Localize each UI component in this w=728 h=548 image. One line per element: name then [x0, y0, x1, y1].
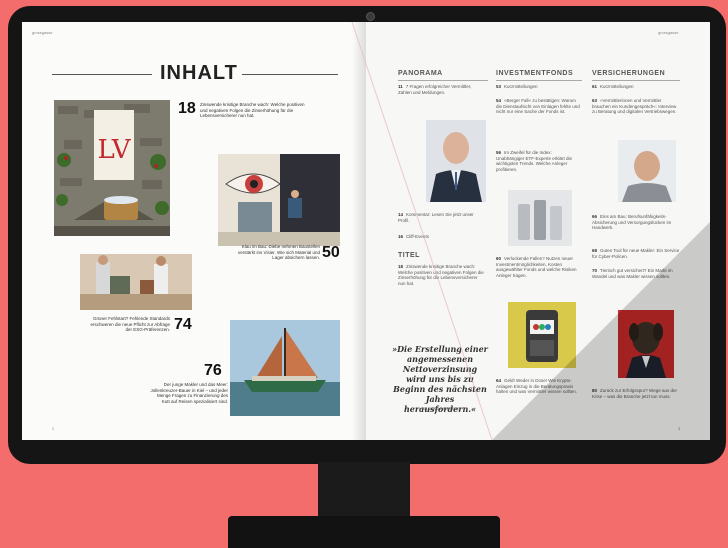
monitor-screen: grossgasse INHALT LV 18 Zinswende krisit…: [22, 22, 710, 440]
page-number-right: 3: [678, 426, 681, 431]
castle-gate-photo: LV: [54, 100, 170, 236]
list-item: 80 Zurück zur Erfolgsspur? Wege aus der K…: [592, 388, 677, 399]
list-item: 18 Zinswende krisitige Branche wach: Welc…: [398, 264, 484, 286]
travel-people-photo: [80, 254, 192, 310]
magazine-page-left: grossgasse INHALT LV 18 Zinswende krisit…: [22, 22, 366, 440]
webcam-icon: [366, 12, 375, 21]
list-item: 64 Geld! Weder in Dose! Wie Krypto-Anlage…: [496, 378, 578, 394]
entry-number-18: 18: [178, 100, 196, 117]
product-bottles-photo: [508, 190, 572, 246]
list-item: 54 »Berger Fall« zu bestätigen: Warum die…: [496, 98, 580, 114]
entry-number-74: 74: [174, 316, 192, 333]
executive-portrait-photo: [426, 120, 486, 202]
list-item: 61 Kurzmitteilungen: [592, 84, 634, 89]
list-item: 66 Eins am Bau: Berufsunfähigkeits-Absich…: [592, 214, 672, 230]
list-item: 56 Im Zweifel für die Index: Unabhängiger…: [496, 150, 573, 172]
list-item: 70 Tierisch gut versichert? Ein Markt im …: [592, 268, 673, 279]
list-item: 63 »Vermittlerinnen und Vermittler brauch…: [592, 98, 677, 114]
entry-text-18: Zinswende krisitige Branche wach: Welche…: [200, 102, 305, 118]
column-rule: [592, 80, 680, 81]
title-rule-left: [52, 74, 152, 75]
entry-number-50: 50: [322, 244, 340, 261]
column-rule: [398, 80, 488, 81]
list-item: 60 Verlockende Fallen? Nutzen neuer Inves…: [496, 256, 577, 278]
list-item: 68 Gutes Tool für neue Makler: Ein Servic…: [592, 248, 680, 259]
column-title-investmentfonds: INVESTMENTFONDS: [496, 70, 574, 77]
section-heading-titel: TITEL: [398, 252, 420, 259]
magazine-page-right: grossgasse PANORAMA 11 7 Fragen erfolgrei…: [366, 22, 710, 440]
column-title-versicherungen: VERSICHERUNGEN: [592, 70, 666, 77]
monitor-stand-neck: [318, 462, 410, 520]
pull-quote: »Die Erstellung einer angemessenen Netto…: [392, 344, 488, 414]
page-title: INHALT: [160, 62, 238, 84]
entry-text-76: Der junge Makler und das Meer: Jollenkre…: [150, 382, 228, 404]
column-rule: [496, 80, 582, 81]
page-number-left: 2: [52, 426, 55, 431]
list-item: 16 Cliff-Events: [398, 234, 429, 239]
title-rule-right: [242, 74, 338, 75]
page-header: grossgasse: [658, 30, 679, 35]
monitor-stand-base: [228, 516, 500, 548]
quote-author: GRAHAM KIRSTEIN: [421, 406, 459, 411]
list-item: 11 7 Fragen erfolgreicher Vermittler, Zah…: [398, 84, 472, 95]
sailboat-photo: [230, 320, 340, 416]
entry-number-76: 76: [204, 362, 222, 379]
entry-text-74: Grüner Fehlstart? Fehlende Standards ers…: [90, 316, 170, 332]
dog-in-suit-photo: [618, 310, 674, 378]
entry-text-50: Klau im Bau: Diebe nehmen Baustellen ver…: [238, 244, 320, 260]
construction-thief-illustration: [218, 154, 340, 246]
interviewee-portrait-photo: [618, 140, 676, 202]
svg-text:LV: LV: [98, 135, 132, 165]
list-item: 53 Kurzmitteilungen: [496, 84, 538, 89]
slot-machine-photo: [508, 302, 576, 368]
column-title-panorama: PANORAMA: [398, 70, 443, 77]
page-header: grossgasse: [32, 30, 53, 35]
list-item: 14 Kommentar: Lesen Sie jetzt unser Profi…: [398, 212, 474, 223]
